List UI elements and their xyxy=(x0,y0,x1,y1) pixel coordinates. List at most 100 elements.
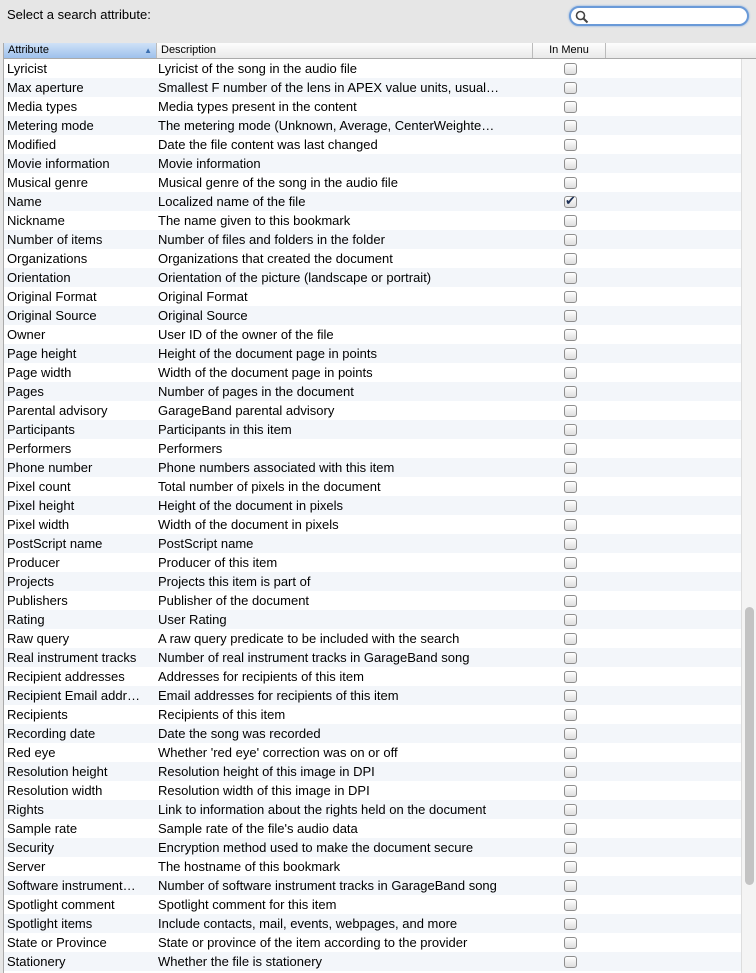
in-menu-checkbox[interactable] xyxy=(564,290,577,303)
in-menu-checkbox[interactable] xyxy=(564,727,577,740)
table-row[interactable]: Pages Number of pages in the document xyxy=(4,382,741,401)
table-row[interactable]: Name Localized name of the file xyxy=(4,191,741,211)
table-row[interactable]: Pixel count Total number of pixels in the… xyxy=(4,477,741,496)
table-row[interactable]: Number of items Number of files and folde… xyxy=(4,230,741,249)
in-menu-checkbox[interactable] xyxy=(564,309,577,322)
in-menu-checkbox[interactable] xyxy=(564,613,577,626)
in-menu-checkbox[interactable] xyxy=(564,157,577,170)
in-menu-checkbox[interactable] xyxy=(564,62,577,75)
in-menu-checkbox[interactable] xyxy=(564,366,577,379)
vertical-scrollbar[interactable] xyxy=(741,59,756,973)
table-row[interactable]: Page height Height of the document page i… xyxy=(4,344,741,363)
in-menu-checkbox[interactable] xyxy=(564,347,577,360)
in-menu-checkbox[interactable] xyxy=(564,480,577,493)
in-menu-checkbox[interactable] xyxy=(564,442,577,455)
in-menu-checkbox[interactable] xyxy=(564,461,577,474)
in-menu-checkbox[interactable] xyxy=(564,271,577,284)
in-menu-checkbox[interactable] xyxy=(564,936,577,949)
in-menu-checkbox[interactable] xyxy=(564,651,577,664)
table-row[interactable]: Movie information Movie information xyxy=(4,154,741,173)
in-menu-checkbox[interactable] xyxy=(564,233,577,246)
table-row[interactable]: Metering mode The metering mode (Unknown,… xyxy=(4,116,741,135)
in-menu-checkbox[interactable] xyxy=(564,784,577,797)
table-row[interactable]: Red eye Whether 'red eye' correction was … xyxy=(4,743,741,762)
in-menu-checkbox[interactable] xyxy=(564,537,577,550)
table-row[interactable]: Recipients Recipients of this item xyxy=(4,705,741,724)
table-row[interactable]: State or Province State or province of th… xyxy=(4,933,741,952)
in-menu-checkbox[interactable] xyxy=(564,404,577,417)
table-row[interactable]: Recipient addresses Addresses for recipie… xyxy=(4,667,741,686)
table-row[interactable]: Participants Participants in this item xyxy=(4,420,741,439)
table-row[interactable]: Performers Performers xyxy=(4,439,741,458)
table-row[interactable]: Organizations Organizations that created … xyxy=(4,249,741,268)
table-row[interactable]: Stationery Whether the file is stationery xyxy=(4,952,741,971)
in-menu-checkbox[interactable] xyxy=(564,917,577,930)
in-menu-checkbox[interactable] xyxy=(564,176,577,189)
table-row[interactable]: Publishers Publisher of the document xyxy=(4,591,741,610)
table-row[interactable]: Lyricist Lyricist of the song in the audi… xyxy=(4,59,741,78)
in-menu-checkbox[interactable] xyxy=(564,556,577,569)
in-menu-checkbox[interactable] xyxy=(564,252,577,265)
in-menu-checkbox[interactable] xyxy=(564,689,577,702)
in-menu-checkbox[interactable] xyxy=(564,499,577,512)
in-menu-checkbox[interactable] xyxy=(564,898,577,911)
in-menu-checkbox[interactable] xyxy=(564,119,577,132)
table-row[interactable]: Max aperture Smallest F number of the len… xyxy=(4,78,741,97)
in-menu-checkbox[interactable] xyxy=(564,138,577,151)
in-menu-checkbox[interactable] xyxy=(564,632,577,645)
table-row[interactable]: Sample rate Sample rate of the file's aud… xyxy=(4,819,741,838)
table-row[interactable]: Resolution height Resolution height of th… xyxy=(4,762,741,781)
table-row[interactable]: Pixel width Width of the document in pixe… xyxy=(4,515,741,534)
in-menu-checkbox[interactable] xyxy=(564,575,577,588)
table-row[interactable]: Projects Projects this item is part of xyxy=(4,572,741,591)
in-menu-checkbox[interactable] xyxy=(564,518,577,531)
in-menu-checkbox[interactable] xyxy=(564,765,577,778)
column-header-description[interactable]: Description xyxy=(157,43,533,58)
table-row[interactable]: Security Encryption method used to make t… xyxy=(4,838,741,857)
table-row[interactable]: Media types Media types present in the co… xyxy=(4,97,741,116)
table-row[interactable]: Recipient Email addr… Email addresses for… xyxy=(4,686,741,705)
in-menu-checkbox[interactable] xyxy=(564,670,577,683)
in-menu-checkbox[interactable] xyxy=(564,708,577,721)
in-menu-checkbox[interactable] xyxy=(564,100,577,113)
in-menu-checkbox[interactable] xyxy=(564,746,577,759)
table-row[interactable]: Modified Date the file content was last c… xyxy=(4,135,741,154)
column-header-in-menu[interactable]: In Menu xyxy=(533,43,606,58)
table-row[interactable]: Server The hostname of this bookmark xyxy=(4,857,741,876)
search-field[interactable] xyxy=(569,6,749,26)
table-row[interactable]: Recording date Date the song was recorded xyxy=(4,724,741,743)
table-row[interactable]: Rating User Rating xyxy=(4,610,741,629)
table-row[interactable]: Nickname The name given to this bookmark xyxy=(4,211,741,230)
table-row[interactable]: Musical genre Musical genre of the song i… xyxy=(4,173,741,192)
in-menu-checkbox[interactable] xyxy=(564,841,577,854)
in-menu-checkbox[interactable] xyxy=(564,423,577,436)
table-row[interactable]: Page width Width of the document page in … xyxy=(4,363,741,382)
in-menu-checkbox[interactable] xyxy=(564,81,577,94)
table-row[interactable]: Original Format Original Format xyxy=(4,287,741,306)
in-menu-checkbox[interactable] xyxy=(564,328,577,341)
table-row[interactable]: Owner User ID of the owner of the file xyxy=(4,325,741,344)
column-header-attribute[interactable]: Attribute ▲ xyxy=(4,43,157,58)
table-row[interactable]: Spotlight items Include contacts, mail, e… xyxy=(4,914,741,933)
table-row[interactable]: Orientation Orientation of the picture (l… xyxy=(4,268,741,287)
in-menu-checkbox[interactable] xyxy=(564,594,577,607)
table-row[interactable]: Parental advisory GarageBand parental adv… xyxy=(4,401,741,420)
table-row[interactable]: Rights Link to information about the righ… xyxy=(4,800,741,819)
in-menu-checkbox[interactable] xyxy=(564,955,577,968)
table-row[interactable]: Phone number Phone numbers associated wit… xyxy=(4,458,741,477)
in-menu-checkbox[interactable] xyxy=(564,191,577,210)
table-row[interactable]: Real instrument tracks Number of real ins… xyxy=(4,648,741,667)
table-row[interactable]: Raw query A raw query predicate to be inc… xyxy=(4,629,741,648)
table-row[interactable]: Spotlight comment Spotlight comment for t… xyxy=(4,895,741,914)
table-row[interactable]: Original Source Original Source xyxy=(4,306,741,325)
table-row[interactable]: PostScript name PostScript name xyxy=(4,534,741,553)
scrollbar-thumb[interactable] xyxy=(745,607,754,885)
table-row[interactable]: Pixel height Height of the document in pi… xyxy=(4,496,741,515)
table-row[interactable]: Software instrument… Number of software i… xyxy=(4,876,741,895)
in-menu-checkbox[interactable] xyxy=(564,879,577,892)
table-row[interactable]: Producer Producer of this item xyxy=(4,553,741,572)
in-menu-checkbox[interactable] xyxy=(564,822,577,835)
in-menu-checkbox[interactable] xyxy=(564,860,577,873)
in-menu-checkbox[interactable] xyxy=(564,385,577,398)
in-menu-checkbox[interactable] xyxy=(564,214,577,227)
